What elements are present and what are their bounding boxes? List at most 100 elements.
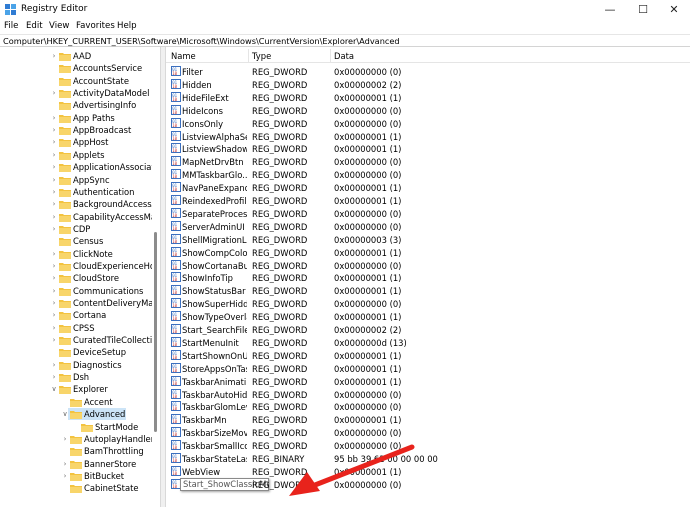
value-row[interactable]: 0110ShowTypeOverlay REG_DWORD 0x00000001 (… [166,310,690,323]
tree-item[interactable]: › CPSS [0,322,152,334]
tree-item[interactable]: › Communications [0,285,152,297]
value-row[interactable]: 01 10 ShowCompColor REG_DWORD 0x00000001 (1) [166,246,690,259]
value-row[interactable]: 0110TaskbarSmallIcons REG_DWORD 0x00000000… [166,439,690,452]
chevron-right-icon[interactable]: › [50,174,58,186]
chevron-down-icon[interactable]: ∨ [61,408,69,420]
value-row[interactable]: 01 10 SeparateProcess REG_DWORD 0x00000000 (… [166,207,690,220]
chevron-right-icon[interactable]: › [50,297,58,309]
chevron-right-icon[interactable]: › [50,223,58,235]
value-row[interactable]: 01 10 MapNetDrvBtn REG_DWORD 0x00000000 (0) [166,155,690,168]
chevron-right-icon[interactable]: › [50,50,58,62]
tree-item[interactable]: › Diagnostics [0,359,152,371]
value-row[interactable]: 01 10 Hidden REG_DWORD 0x00000002 (2) [166,78,690,91]
tree-item[interactable]: › ApplicationAssociatio [0,161,152,173]
tree-item[interactable]: › AppBroadcast [0,124,152,136]
value-row[interactable]: 01 10 TaskbarMn REG_DWORD 0x00000001 (1) [166,413,690,426]
chevron-right-icon[interactable]: › [61,470,69,482]
tree-item[interactable]: › BitBucket [0,470,152,482]
tree-item[interactable]: › BackgroundAccessAp [0,198,152,210]
tree-item[interactable]: › BannerStore [0,458,152,470]
tree-item[interactable]: AccountState [0,75,152,87]
value-row[interactable]: 01 10 HideFileExt REG_DWORD 0x00000001 (1) [166,91,690,104]
value-row[interactable]: 0110StartShownOnU... REG_DWORD 0x00000001 … [166,349,690,362]
value-row[interactable]: 01 10 IconsOnly REG_DWORD 0x00000000 (0) [166,117,690,130]
tree-scrollbar-thumb[interactable] [154,232,157,432]
minimize-button[interactable]: — [594,0,626,20]
chevron-right-icon[interactable]: › [50,124,58,136]
menu-edit[interactable]: Edit [26,21,43,31]
tree-item[interactable]: ∨ Advanced [0,408,152,421]
chevron-right-icon[interactable]: › [50,161,58,173]
chevron-right-icon[interactable]: › [50,198,58,210]
value-row[interactable]: 0110ShellMigrationL... REG_DWORD 0x0000000… [166,233,690,246]
new-value-row[interactable]: 0110Start_ShowClassicModeREG_DWORD0x0000… [166,477,690,491]
chevron-right-icon[interactable]: › [50,136,58,148]
tree-item[interactable]: CabinetState [0,482,152,494]
chevron-right-icon[interactable]: › [61,458,69,470]
tree-item[interactable]: StartMode [0,421,152,433]
value-row[interactable]: 01 10 HideIcons REG_DWORD 0x00000000 (0) [166,104,690,117]
tree-item[interactable]: › CapabilityAccessMan [0,211,152,223]
column-divider[interactable] [248,49,249,62]
menu-view[interactable]: View [49,21,69,31]
tree-item[interactable]: ∨ Explorer [0,383,152,395]
value-row[interactable]: 0110TaskbarGlomLevel REG_DWORD 0x00000000 … [166,400,690,413]
value-row[interactable]: 01 10 Start_SearchFiles REG_DWORD 0x00000002… [166,323,690,336]
address-bar[interactable]: Computer\HKEY_CURRENT_USER\Software\Micr… [0,34,690,47]
menu-favorites[interactable]: Favorites [76,21,115,31]
chevron-right-icon[interactable]: › [50,260,58,272]
value-row[interactable]: 0110StoreAppsOnTas... REG_DWORD 0x00000001… [166,362,690,375]
tree-item[interactable]: Accent [0,396,152,408]
tree-item[interactable]: DeviceSetup [0,346,152,358]
maximize-button[interactable]: ☐ [627,0,659,20]
chevron-right-icon[interactable]: › [50,272,58,284]
tree-item[interactable]: › AppHost [0,136,152,148]
tree-item[interactable]: Census [0,235,152,247]
chevron-right-icon[interactable]: › [50,309,58,321]
tree-item[interactable]: › Dsh [0,371,152,383]
value-row[interactable]: 01 10 TaskbarSizeMove REG_DWORD 0x00000000 (… [166,426,690,439]
menu-file[interactable]: File [4,21,18,31]
chevron-right-icon[interactable]: › [50,285,58,297]
chevron-right-icon[interactable]: › [50,248,58,260]
value-row[interactable]: 01 10 TaskbarAnimati... REG_DWORD 0x00000001… [166,375,690,388]
tree-item[interactable]: › CloudExperienceHost [0,260,152,272]
tree-scrollbar[interactable] [152,47,160,507]
tree-item[interactable]: › ActivityDataModel [0,87,152,99]
value-row[interactable]: 01 10 ReindexedProfile REG_DWORD 0x00000001 … [166,194,690,207]
menu-help[interactable]: Help [117,21,137,31]
tree-item[interactable]: › ContentDeliveryMana [0,297,152,309]
value-row[interactable]: 01 10 ShowInfoTip REG_DWORD 0x00000001 (1) [166,271,690,284]
close-button[interactable]: ✕ [658,0,690,20]
tree-item[interactable]: › AutoplayHandlers [0,433,152,445]
tree-item[interactable]: › ClickNote [0,248,152,260]
key-tree-pane[interactable]: › AAD AccountsService AccountState › Activity… [0,47,160,507]
value-row[interactable]: 0110ShowCortanaBu... REG_DWORD 0x00000000 … [166,259,690,272]
value-row[interactable]: 01 10 ServerAdminUI REG_DWORD 0x00000000 (0) [166,220,690,233]
value-row[interactable]: 01 10 MMTaskbarGlo... REG_DWORD 0x00000000 (… [166,168,690,181]
chevron-right-icon[interactable]: › [50,149,58,161]
value-row[interactable]: 01 10 StartMenuInit REG_DWORD 0x0000000d (13… [166,336,690,349]
tree-item[interactable]: › CloudStore [0,272,152,284]
tree-item[interactable]: AdvertisingInfo [0,99,152,111]
value-row[interactable]: 0110TaskbarStateLast... REG_BINARY 95 bb 3… [166,452,690,465]
tree-item[interactable]: › App Paths [0,112,152,124]
value-row[interactable]: 01 10 WebView REG_DWORD 0x00000001 (1) [166,465,690,478]
value-row[interactable]: 01 10 ShowStatusBar REG_DWORD 0x00000001 (1) [166,284,690,297]
tree-item[interactable]: › Applets [0,149,152,161]
tree-item[interactable]: › Authentication [0,186,152,198]
value-row[interactable]: 01 10 Filter REG_DWORD 0x00000000 (0) [166,65,690,78]
column-name[interactable]: Name [171,51,196,61]
column-type[interactable]: Type [252,51,271,61]
tree-item[interactable]: › CDP [0,223,152,235]
value-row[interactable]: 01 10 ListviewShadow REG_DWORD 0x00000001 (1… [166,142,690,155]
chevron-right-icon[interactable]: › [61,433,69,445]
tree-item[interactable]: › AppSync [0,174,152,186]
chevron-right-icon[interactable]: › [50,322,58,334]
tree-item[interactable]: › Cortana [0,309,152,321]
chevron-right-icon[interactable]: › [50,112,58,124]
value-row[interactable]: 0110ListviewAlphaSe... REG_DWORD 0x0000000… [166,130,690,143]
tree-item[interactable]: AccountsService [0,62,152,74]
value-row[interactable]: 0110NavPaneExpand... REG_DWORD 0x00000001 … [166,181,690,194]
column-divider[interactable] [330,49,331,62]
